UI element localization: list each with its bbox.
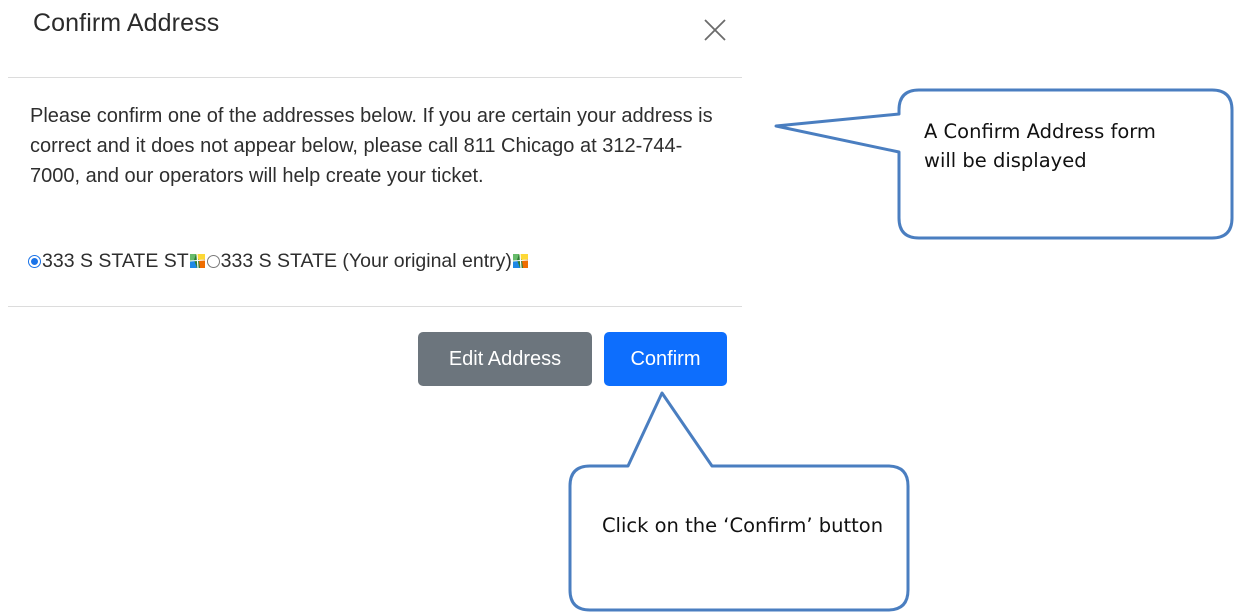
form-callout-text: A Confirm Address form will be displayed (924, 120, 1156, 172)
button-callout-bubble (568, 391, 910, 612)
button-callout-text: Click on the ‘Confirm’ button (601, 514, 884, 537)
